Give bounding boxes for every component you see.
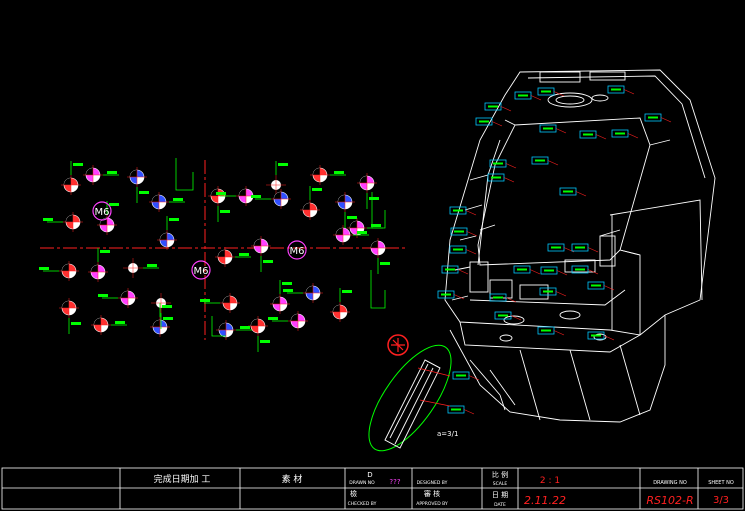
title-block-drawing-no-val: RS102-R [646,494,693,507]
title-block-sheet-val: 3/3 [713,495,729,506]
title-block-checked-en: CHECKED BY [348,501,377,507]
cad-drawing-canvas: M6 M6 M6 a=3/1 完成日期加 工 素 材 DDRAWN NO ???… [0,0,745,511]
title-block-date-val: 2.11.22 [524,494,566,507]
title-block-approved-cn: 審 核 [424,489,440,498]
title-block-scale-en: SCALE [493,481,508,487]
title-block-sheet-en: SHEET NO [708,480,734,486]
company-stamp-icon [387,334,409,356]
title-block-designed-en: DESIGNED BY [417,480,448,486]
title-block-drawing-no-en: DRAWING NO [653,480,687,486]
title-block-date-cn: 日 期 [492,491,508,499]
title-block-scale-val: 2 : 1 [540,476,560,486]
title-block-drawn-val: ??? [389,478,400,486]
title-block-date-en: DATE [494,502,506,508]
title-block-drawn-en: DRAWN NO [349,480,375,486]
m6-label: M6 [290,246,305,257]
title-block-checked-cn: 檢 [350,489,357,498]
detail-scale-note: a=3/1 [437,430,458,438]
title-block-scale-cn: 比 例 [492,470,508,479]
title-block-material: 素 材 [282,473,303,485]
title-block-drawn-cn: D [367,471,372,479]
m6-label: M6 [194,266,209,277]
title-block-approved-en: APPROVED BY [416,501,448,507]
title-block-process: 完成日期加 工 [154,473,211,485]
m6-label: M6 [95,207,110,218]
